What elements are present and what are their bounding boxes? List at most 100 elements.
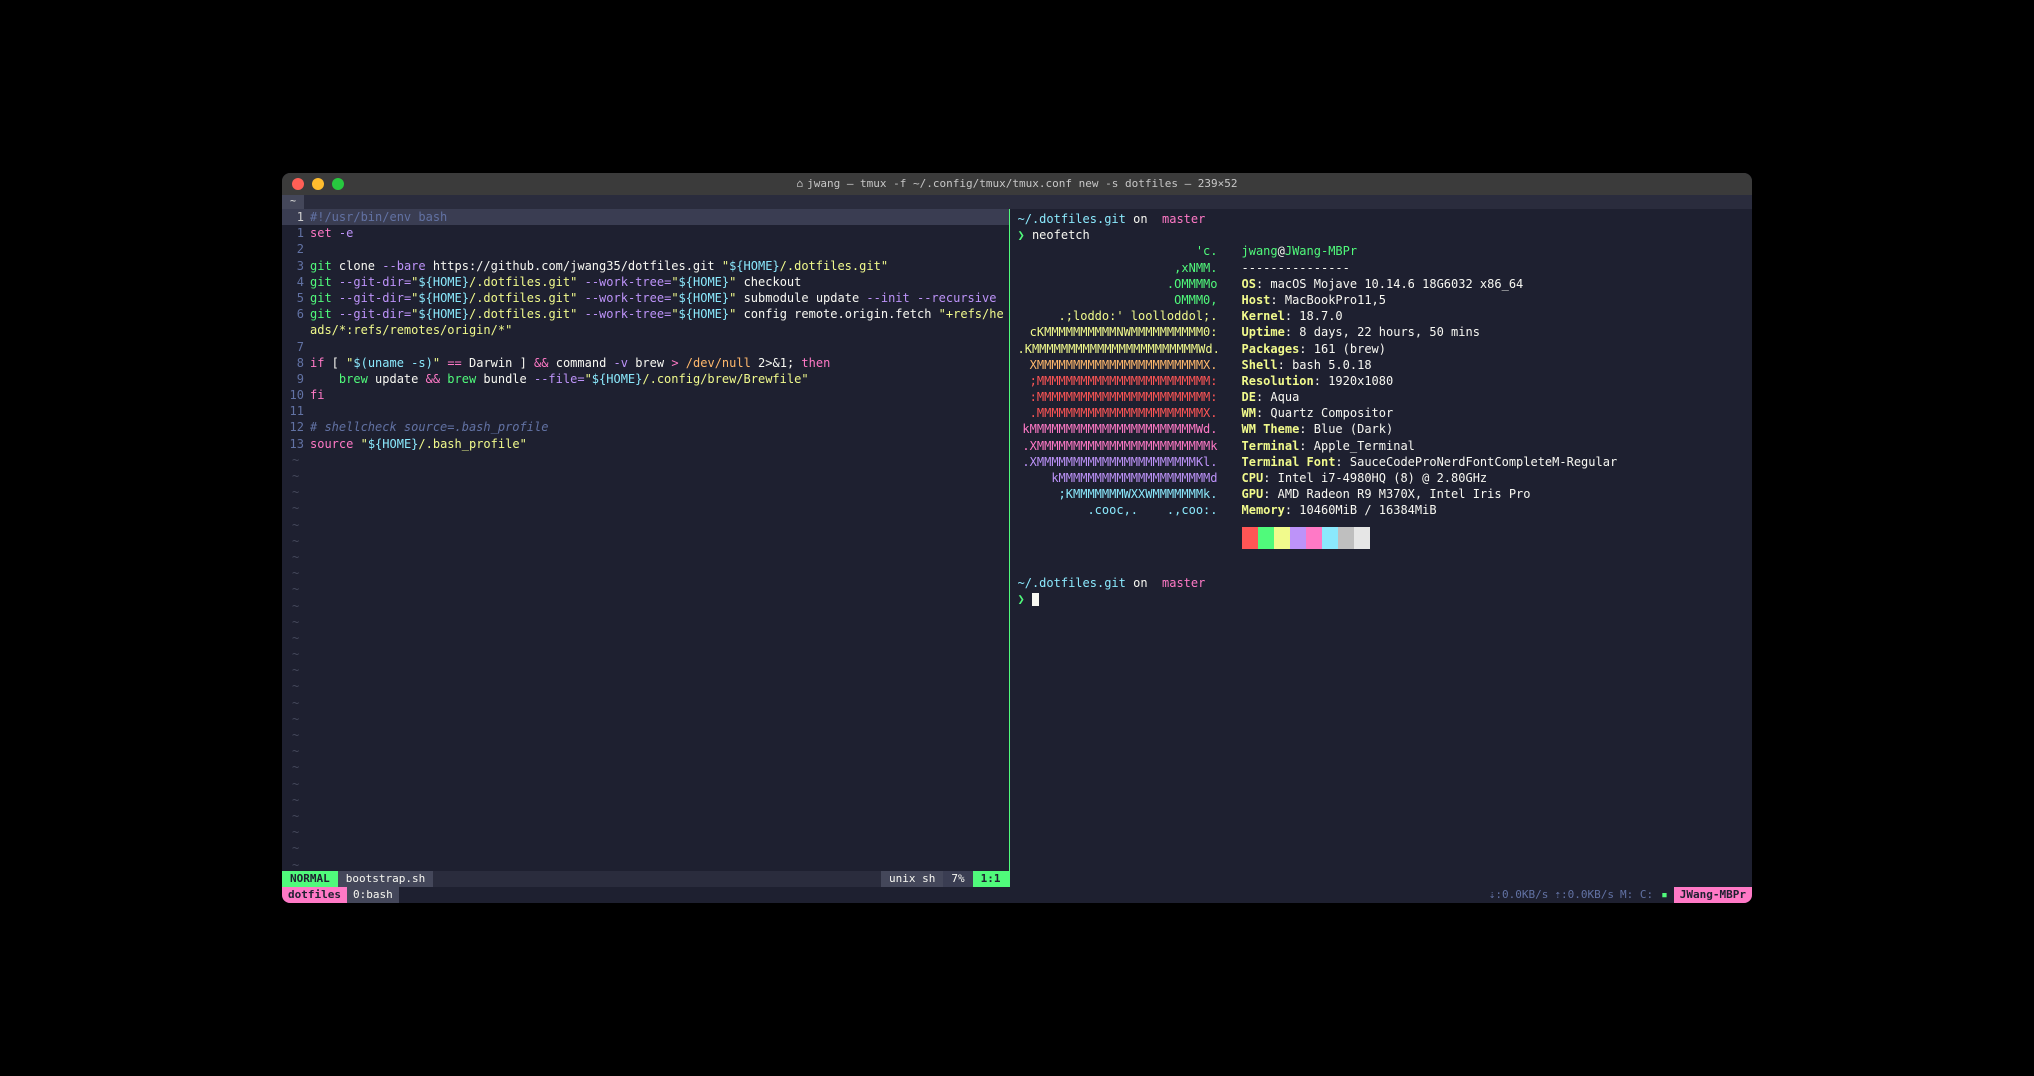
tmux-statusbar: dotfiles 0:bash ⇣:0.0KB/s ⇡:0.0KB/s M: C… <box>282 887 1752 903</box>
neofetch-output: 'c.jwang@JWang-MBPr,xNMM.---------------… <box>1018 243 1745 518</box>
neofetch-info: Kernel: 18.7.0 <box>1218 308 1343 324</box>
neofetch-info: Resolution: 1920x1080 <box>1218 373 1394 389</box>
cursor <box>1032 593 1039 606</box>
vim-statusbar: NORMAL bootstrap.sh unix sh 7% 1:1 <box>282 871 1009 887</box>
color-swatch <box>1322 527 1338 549</box>
vim-position: 1:1 <box>973 871 1009 887</box>
editor[interactable]: 1#!/usr/bin/env bash 1set -e 2 3git clon… <box>282 209 1009 871</box>
empty-line: ~ <box>282 857 1009 872</box>
neofetch-info: CPU: Intel i7-4980HQ (8) @ 2.80GHz <box>1218 470 1488 486</box>
tabbar: ~ <box>282 195 1752 209</box>
prompt: ~/.dotfiles.git on master <box>1018 211 1745 227</box>
line-number: 9 <box>282 371 310 387</box>
maximize-icon[interactable] <box>332 178 344 190</box>
net-down: ⇣:0.0KB/s <box>1487 887 1551 903</box>
empty-line: ~ <box>282 565 1009 581</box>
code-line: 11 <box>282 403 1009 419</box>
code-line: 1set -e <box>282 225 1009 241</box>
neofetch-row: .KMMMMMMMMMMMMMMMMMMMMMMMWd.Packages: 16… <box>1018 341 1745 357</box>
shell-pane[interactable]: ~/.dotfiles.git on master ❯ neofetch 'c.… <box>1010 209 1753 887</box>
statusbar-spacer <box>399 887 1487 903</box>
prompt-icon: ❯ <box>1018 228 1025 242</box>
empty-line: ~ <box>282 646 1009 662</box>
tmux-session[interactable]: dotfiles <box>282 887 347 903</box>
line-number: 8 <box>282 355 310 371</box>
line-number: 6 <box>282 306 310 338</box>
line-number: 2 <box>282 241 310 257</box>
code-line: 6git --git-dir="${HOME}/.dotfiles.git" -… <box>282 306 1009 338</box>
command-line[interactable]: ❯ <box>1018 591 1745 607</box>
neofetch-info: Packages: 161 (brew) <box>1218 341 1387 357</box>
line-number: 4 <box>282 274 310 290</box>
traffic-lights <box>292 178 344 190</box>
panes: 1#!/usr/bin/env bash 1set -e 2 3git clon… <box>282 209 1752 887</box>
tab-home[interactable]: ~ <box>282 195 304 209</box>
code-line: 10fi <box>282 387 1009 403</box>
vim-filename: bootstrap.sh <box>338 871 433 887</box>
vim-fileinfo: unix sh <box>881 871 943 887</box>
ascii-art-line: kMMMMMMMMMMMMMMMMMMMMMd <box>1018 470 1218 486</box>
empty-line: ~ <box>282 711 1009 727</box>
window-title: ⌂ jwang — tmux -f ~/.config/tmux/tmux.co… <box>796 177 1237 192</box>
close-icon[interactable] <box>292 178 304 190</box>
neofetch-row: 'c.jwang@JWang-MBPr <box>1018 243 1745 259</box>
neofetch-row: :MMMMMMMMMMMMMMMMMMMMMMMM:DE: Aqua <box>1018 389 1745 405</box>
code-line: 4git --git-dir="${HOME}/.dotfiles.git" -… <box>282 274 1009 290</box>
home-icon: ⌂ <box>796 177 803 192</box>
color-swatch <box>1258 527 1274 549</box>
neofetch-row: XMMMMMMMMMMMMMMMMMMMMMMMX.Shell: bash 5.… <box>1018 357 1745 373</box>
neofetch-info: Host: MacBookPro11,5 <box>1218 292 1387 308</box>
empty-line: ~ <box>282 500 1009 516</box>
code-line: 13source "${HOME}/.bash_profile" <box>282 436 1009 452</box>
neofetch-row: .MMMMMMMMMMMMMMMMMMMMMMMX.WM: Quartz Com… <box>1018 405 1745 421</box>
neofetch-row: ;KMMMMMMMWXXWMMMMMMMk.GPU: AMD Radeon R9… <box>1018 486 1745 502</box>
tmux-window[interactable]: 0:bash <box>347 887 399 903</box>
code-line: 7 <box>282 339 1009 355</box>
ascii-art-line: XMMMMMMMMMMMMMMMMMMMMMMMX. <box>1018 357 1218 373</box>
neofetch-info: jwang@JWang-MBPr <box>1218 243 1358 259</box>
color-swatch <box>1306 527 1322 549</box>
code-line: 3git clone --bare https://github.com/jwa… <box>282 258 1009 274</box>
neofetch-row: .OMMMMoOS: macOS Mojave 10.14.6 18G6032 … <box>1018 276 1745 292</box>
line-number: 5 <box>282 290 310 306</box>
neofetch-info: WM Theme: Blue (Dark) <box>1218 421 1394 437</box>
code-line: 5git --git-dir="${HOME}/.dotfiles.git" -… <box>282 290 1009 306</box>
neofetch-info: Memory: 10460MiB / 16384MiB <box>1218 502 1437 518</box>
neofetch-info: Uptime: 8 days, 22 hours, 50 mins <box>1218 324 1480 340</box>
code-line: 2 <box>282 241 1009 257</box>
net-up: ⇡:0.0KB/s <box>1552 887 1616 903</box>
empty-line: ~ <box>282 727 1009 743</box>
ascii-art-line: 'c. <box>1018 243 1218 259</box>
ascii-art-line: .XMMMMMMMMMMMMMMMMMMMMMMKl. <box>1018 454 1218 470</box>
command-line: ❯ neofetch <box>1018 227 1745 243</box>
empty-line: ~ <box>282 776 1009 792</box>
neofetch-row: ;MMMMMMMMMMMMMMMMMMMMMMMM:Resolution: 19… <box>1018 373 1745 389</box>
ascii-art-line: .XMMMMMMMMMMMMMMMMMMMMMMMMk <box>1018 438 1218 454</box>
titlebar: ⌂ jwang — tmux -f ~/.config/tmux/tmux.co… <box>282 173 1752 195</box>
empty-line: ~ <box>282 549 1009 565</box>
empty-line: ~ <box>282 517 1009 533</box>
ascii-art-line: :MMMMMMMMMMMMMMMMMMMMMMMM: <box>1018 389 1218 405</box>
terminal-window: ⌂ jwang — tmux -f ~/.config/tmux/tmux.co… <box>282 173 1752 903</box>
vim-mode: NORMAL <box>282 871 338 887</box>
neofetch-row: OMMM0,Host: MacBookPro11,5 <box>1018 292 1745 308</box>
empty-line: ~ <box>282 678 1009 694</box>
ascii-art-line: ;MMMMMMMMMMMMMMMMMMMMMMMM: <box>1018 373 1218 389</box>
ascii-art-line: .OMMMMo <box>1018 276 1218 292</box>
empty-line: ~ <box>282 452 1009 468</box>
ascii-art-line: .KMMMMMMMMMMMMMMMMMMMMMMMWd. <box>1018 341 1218 357</box>
empty-line: ~ <box>282 743 1009 759</box>
neofetch-info: WM: Quartz Compositor <box>1218 405 1394 421</box>
code-line: 8if [ "$(uname -s)" == Darwin ] && comma… <box>282 355 1009 371</box>
title-text: jwang — tmux -f ~/.config/tmux/tmux.conf… <box>807 177 1237 192</box>
prompt-icon: ❯ <box>1018 592 1025 606</box>
line-number: 10 <box>282 387 310 403</box>
editor-pane[interactable]: 1#!/usr/bin/env bash 1set -e 2 3git clon… <box>282 209 1010 887</box>
empty-lines: ~~~~~~~~~~~~~~~~~~~~~~~~~~~~~~ <box>282 452 1009 871</box>
code-line: 12# shellcheck source=.bash_profile <box>282 419 1009 435</box>
empty-line: ~ <box>282 824 1009 840</box>
tmux-right: ⇣:0.0KB/s ⇡:0.0KB/s M: C: ▪ JWang-MBPr <box>1487 887 1752 903</box>
empty-line: ~ <box>282 808 1009 824</box>
minimize-icon[interactable] <box>312 178 324 190</box>
neofetch-info: GPU: AMD Radeon R9 M370X, Intel Iris Pro <box>1218 486 1531 502</box>
